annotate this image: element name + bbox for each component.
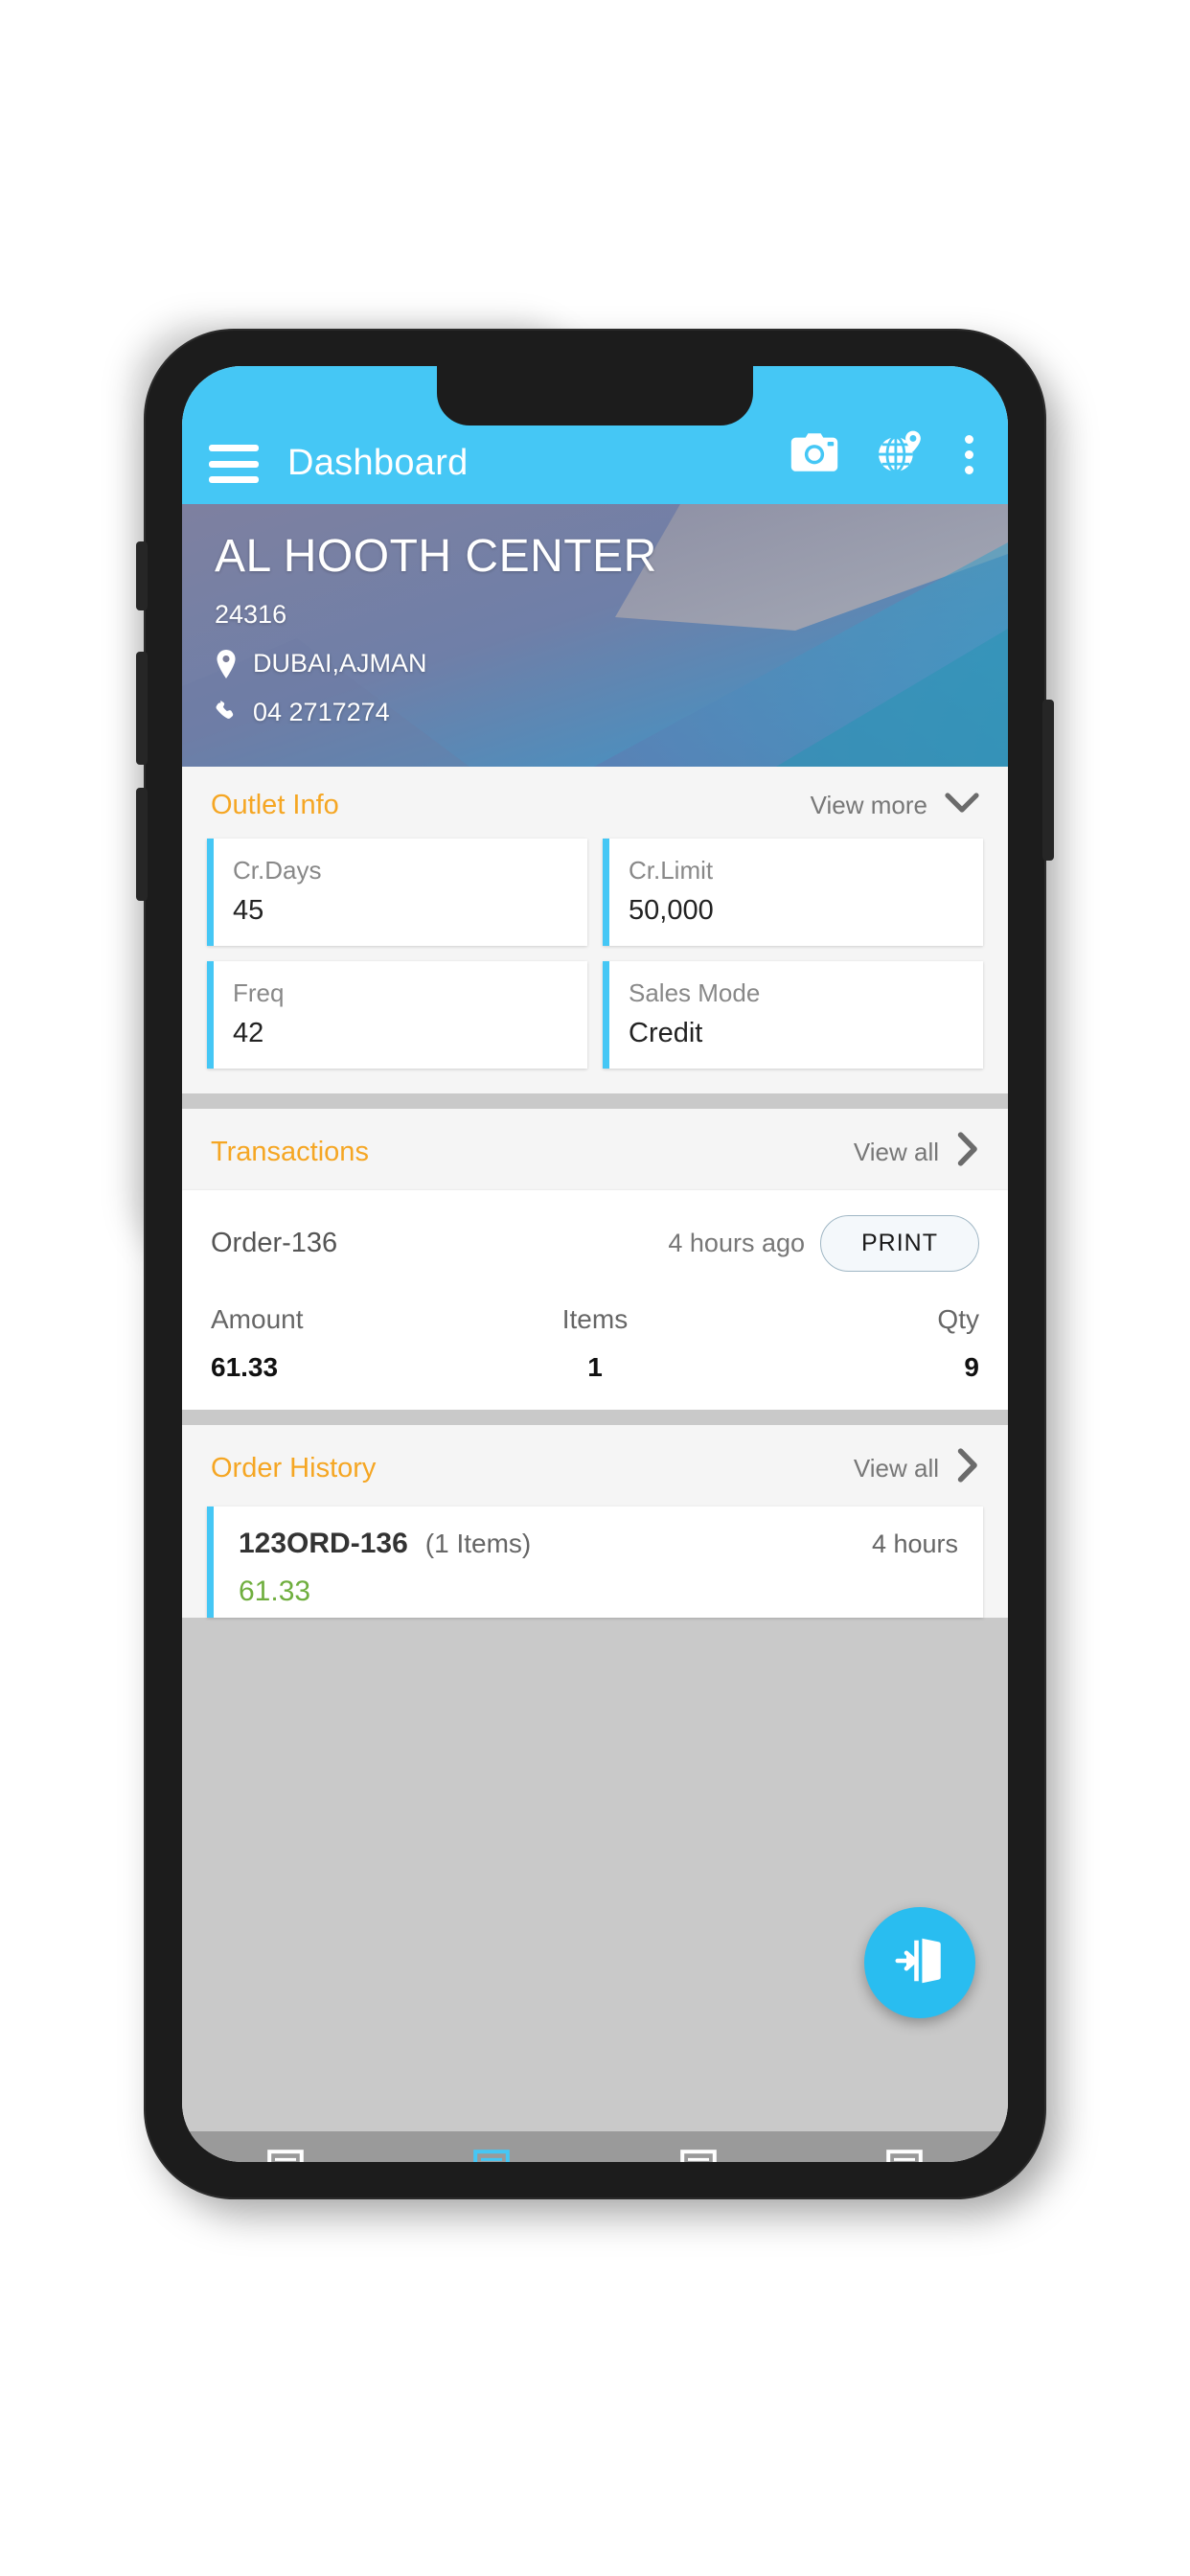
order-history-time-ago: 4 hours bbox=[871, 1530, 958, 1558]
chevron-right-icon bbox=[956, 1132, 979, 1173]
metric-value: 1 bbox=[587, 1352, 603, 1382]
outlet-phone-row: 04 2717274 bbox=[215, 698, 975, 727]
transactions-section: Transactions View all bbox=[182, 1109, 1008, 1190]
document-list-icon bbox=[266, 2150, 304, 2162]
transaction-metric: Items 1 bbox=[467, 1304, 722, 1383]
transaction-metric: Amount 61.33 bbox=[211, 1304, 467, 1383]
outlet-name: AL HOOTH CENTER bbox=[215, 531, 657, 582]
order-history-id: 123ORD-136 bbox=[239, 1528, 408, 1559]
view-all-label: View all bbox=[853, 1138, 939, 1166]
document-list-icon bbox=[473, 2150, 511, 2162]
hamburger-menu-icon[interactable] bbox=[209, 445, 259, 483]
outlet-info-title: Outlet Info bbox=[211, 790, 339, 820]
order-history-title: Order History bbox=[211, 1453, 377, 1484]
info-card-label: Sales Mode bbox=[629, 978, 761, 1007]
section-divider bbox=[182, 1410, 1008, 1425]
transactions-title: Transactions bbox=[211, 1137, 369, 1167]
metric-label: Qty bbox=[937, 1304, 979, 1334]
transaction-order-id: Order-136 bbox=[211, 1228, 338, 1258]
phone-notch bbox=[437, 366, 753, 426]
exit-logout-icon bbox=[892, 1933, 948, 1993]
chevron-right-icon bbox=[956, 1448, 979, 1489]
order-history-row-header: 123ORD-136 (1 Items) 4 hours bbox=[239, 1528, 958, 1560]
view-all-label: View all bbox=[853, 1454, 939, 1483]
info-card-value: 50,000 bbox=[629, 895, 714, 926]
order-history-header: Order History View all bbox=[182, 1425, 1008, 1506]
metric-label: Items bbox=[561, 1304, 629, 1334]
outlet-info-section: Outlet Info View more Cr.Days 45 Cr.Limi… bbox=[182, 767, 1008, 1093]
app-bar-actions bbox=[789, 428, 981, 483]
order-history-items: (1 Items) bbox=[424, 1529, 532, 1558]
metric-value: 61.33 bbox=[211, 1352, 279, 1382]
metric-label: Amount bbox=[211, 1304, 304, 1334]
transactions-header: Transactions View all bbox=[182, 1109, 1008, 1190]
phone-mute-button[interactable] bbox=[136, 541, 148, 610]
info-card[interactable]: Freq 42 bbox=[207, 961, 587, 1069]
info-card[interactable]: Cr.Limit 50,000 bbox=[603, 839, 983, 946]
transaction-card[interactable]: Order-136 4 hours ago PRINT Amount 61.33… bbox=[182, 1190, 1008, 1410]
outlet-hero: AL HOOTH CENTER 24316 DUBAI,AJMAN 04 271… bbox=[182, 504, 1008, 767]
bottom-nav-item-return[interactable]: Return bbox=[802, 2150, 1009, 2162]
dashboard-scroll[interactable]: Outlet Info View more Cr.Days 45 Cr.Limi… bbox=[182, 767, 1008, 2131]
document-list-icon bbox=[886, 2150, 924, 2162]
info-card-label: Freq bbox=[233, 978, 285, 1007]
transaction-metric: Qty 9 bbox=[723, 1304, 979, 1383]
phone-volume-down-button[interactable] bbox=[136, 788, 148, 901]
transaction-card-header: Order-136 4 hours ago PRINT bbox=[211, 1215, 979, 1272]
phone-screen: Dashboard AL HOOTH CENTER 24316 DUBAI,AJ… bbox=[182, 366, 1008, 2162]
print-button[interactable]: PRINT bbox=[820, 1215, 979, 1272]
phone-power-button[interactable] bbox=[1042, 700, 1054, 861]
chevron-down-icon bbox=[945, 791, 979, 820]
outlet-info-view-more-button[interactable]: View more bbox=[811, 791, 979, 820]
map-pin-icon bbox=[215, 649, 238, 678]
info-card-label: Cr.Limit bbox=[629, 856, 714, 885]
info-card[interactable]: Sales Mode Credit bbox=[603, 961, 983, 1069]
outlet-code: 24316 bbox=[215, 600, 287, 630]
order-history-amount: 61.33 bbox=[239, 1576, 311, 1607]
page-title: Dashboard bbox=[287, 443, 469, 483]
hero-content: AL HOOTH CENTER 24316 DUBAI,AJMAN 04 271… bbox=[182, 504, 1008, 727]
phone-volume-up-button[interactable] bbox=[136, 652, 148, 765]
info-card-label: Cr.Days bbox=[233, 856, 322, 885]
bottom-nav-item-order[interactable]: Order bbox=[182, 2150, 389, 2162]
screenshot-stage: Dashboard AL HOOTH CENTER 24316 DUBAI,AJ… bbox=[0, 0, 1190, 2576]
outlet-info-header: Outlet Info View more bbox=[182, 767, 1008, 839]
info-card-value: 45 bbox=[233, 895, 264, 926]
bottom-navigation: Order Collection bbox=[182, 2131, 1008, 2162]
transaction-metrics: Amount 61.33 Items 1 Qty 9 bbox=[211, 1304, 979, 1383]
document-list-icon bbox=[679, 2150, 717, 2162]
outlet-location-row: DUBAI,AJMAN bbox=[215, 649, 975, 678]
globe-location-icon[interactable] bbox=[873, 428, 925, 481]
transactions-view-all-button[interactable]: View all bbox=[854, 1132, 979, 1173]
metric-value: 9 bbox=[964, 1352, 979, 1382]
info-card-value: 42 bbox=[233, 1018, 264, 1048]
outlet-info-cards: Cr.Days 45 Cr.Limit 50,000 Freq 42 Sales… bbox=[182, 839, 1008, 1093]
outlet-location: DUBAI,AJMAN bbox=[253, 649, 427, 678]
exit-logout-fab[interactable] bbox=[864, 1907, 975, 2018]
order-history-row[interactable]: 123ORD-136 (1 Items) 4 hours 61.33 bbox=[207, 1506, 983, 1618]
overflow-menu-icon[interactable] bbox=[957, 435, 981, 474]
bottom-nav-item-collection[interactable]: Collection bbox=[389, 2150, 596, 2162]
info-card[interactable]: Cr.Days 45 bbox=[207, 839, 587, 946]
transaction-time-ago: 4 hours ago bbox=[668, 1229, 805, 1257]
outlet-phone: 04 2717274 bbox=[253, 698, 390, 727]
view-more-label: View more bbox=[810, 791, 927, 819]
phone-icon bbox=[215, 700, 238, 725]
order-history-section: Order History View all 123ORD-136 (1 Ite bbox=[182, 1425, 1008, 1618]
order-history-view-all-button[interactable]: View all bbox=[854, 1448, 979, 1489]
info-card-value: Credit bbox=[629, 1018, 703, 1048]
bottom-nav-item-stock-take[interactable]: Stock Take bbox=[595, 2150, 802, 2162]
camera-icon[interactable] bbox=[789, 431, 840, 478]
section-divider bbox=[182, 1093, 1008, 1109]
